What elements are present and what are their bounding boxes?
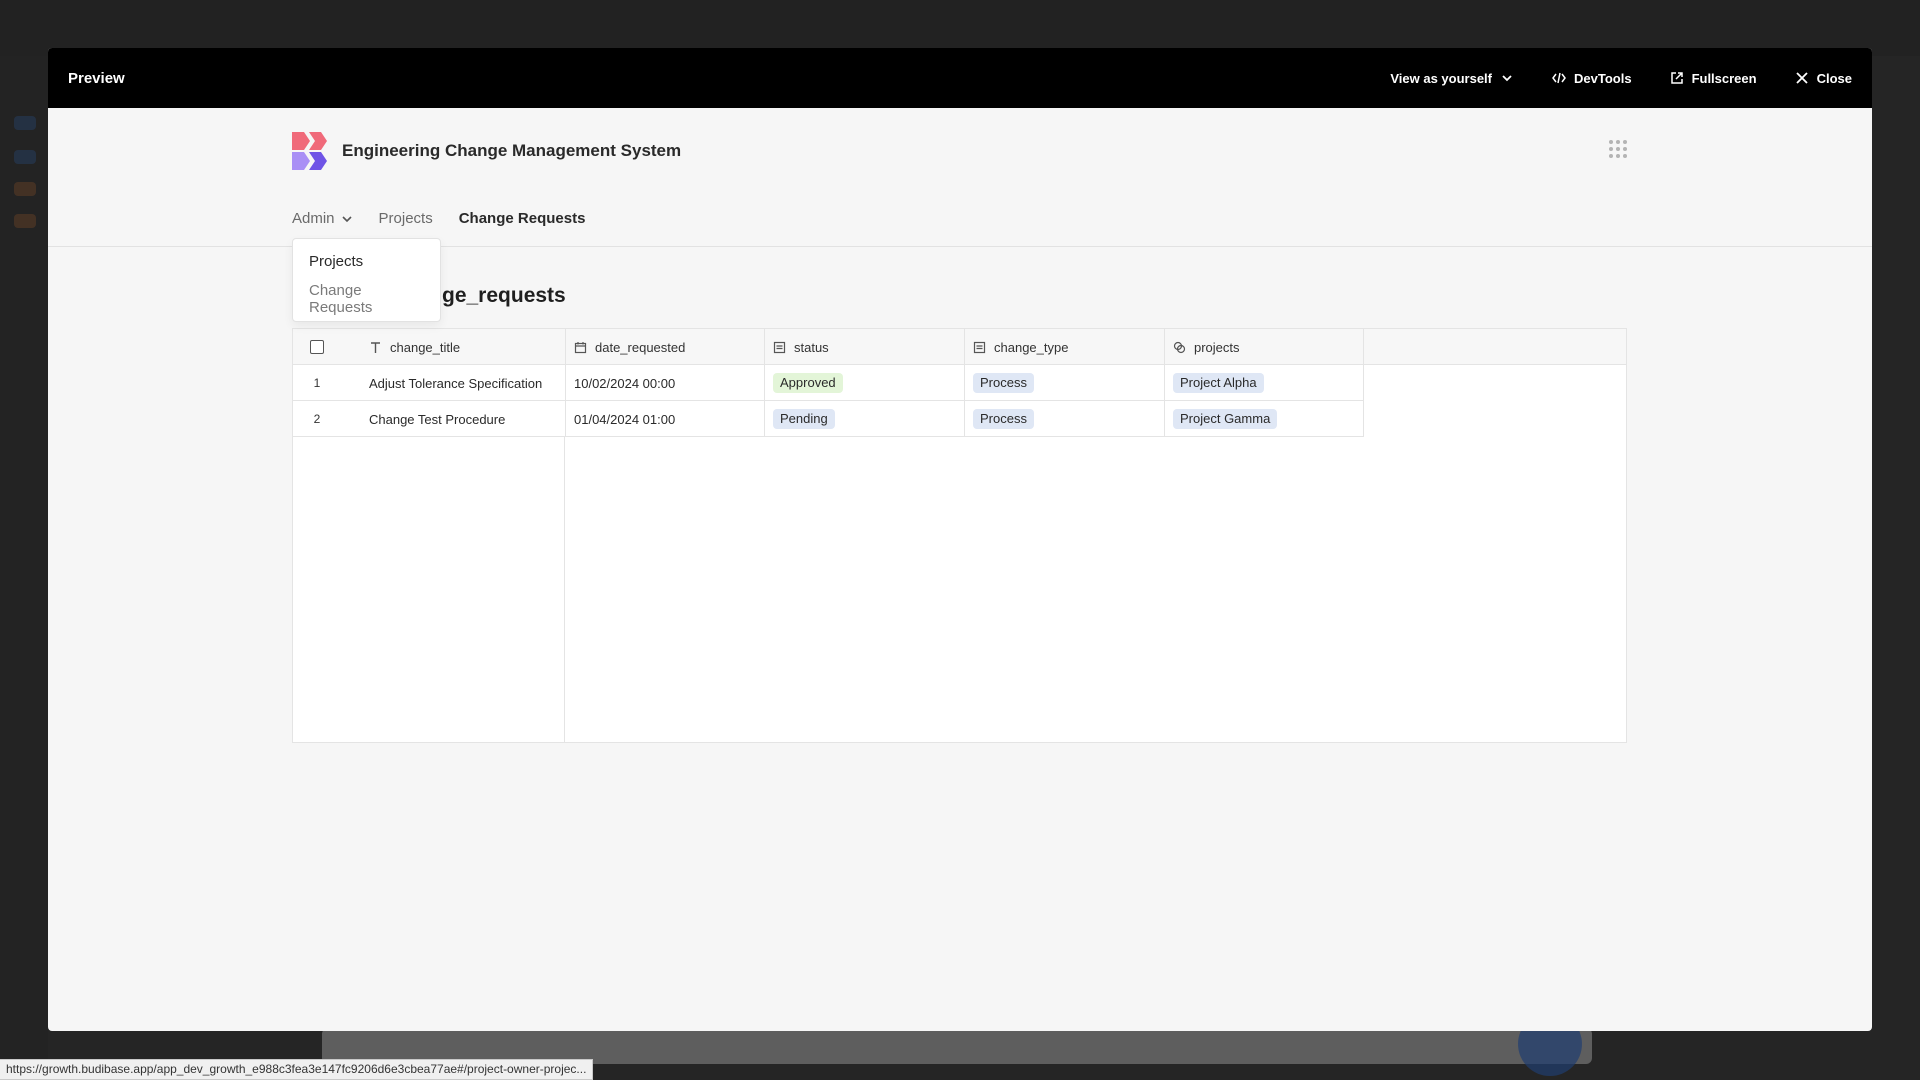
cell-projects[interactable]: Project Alpha (1165, 365, 1364, 401)
column-header-change-title[interactable]: change_title (361, 329, 565, 365)
preview-title: Preview (68, 69, 125, 87)
cell-change-type[interactable]: Process (965, 365, 1165, 401)
preview-modal: Preview View as yourself DevTools Fullsc… (48, 48, 1872, 1031)
close-icon (1795, 72, 1808, 84)
close-label: Close (1816, 70, 1852, 86)
cell-change-title[interactable]: Adjust Tolerance Specification (361, 365, 565, 401)
nav-admin-label: Admin (292, 210, 335, 227)
app-header: Engineering Change Management System Adm… (48, 108, 1872, 247)
project-badge: Project Gamma (1173, 409, 1278, 429)
column-header-projects[interactable]: projects (1165, 329, 1364, 365)
column-label: change_type (994, 339, 1069, 355)
select-all-checkbox[interactable] (310, 340, 324, 354)
fullscreen-label: Fullscreen (1691, 70, 1757, 86)
column-label: date_requested (595, 339, 686, 355)
table-row[interactable]: 2 Change Test Procedure 01/04/2024 01:00… (293, 401, 1364, 437)
cell-change-type[interactable]: Process (965, 401, 1165, 437)
cell-change-title[interactable]: Change Test Procedure (361, 401, 565, 437)
data-table: change_title date_requested status chang… (292, 328, 1627, 743)
change-type-badge: Process (973, 373, 1034, 393)
cell-status[interactable]: Pending (765, 401, 965, 437)
app-grid-icon[interactable] (1609, 140, 1627, 158)
app-brand[interactable]: Engineering Change Management System (292, 132, 681, 170)
options-list-icon (773, 341, 786, 353)
status-bar-url: https://growth.budibase.app/app_dev_grow… (0, 1059, 594, 1080)
cell-date-requested[interactable]: 10/02/2024 00:00 (565, 365, 765, 401)
chevron-down-icon (1502, 75, 1512, 82)
status-badge: Pending (773, 409, 835, 429)
dropdown-item-projects[interactable]: Projects (309, 253, 424, 270)
column-label: projects (1194, 339, 1240, 355)
nav-projects[interactable]: Projects (379, 210, 433, 227)
dropdown-item-change-requests[interactable]: Change Requests (309, 282, 424, 316)
nav-admin[interactable]: Admin (292, 210, 353, 227)
column-header-date-requested[interactable]: date_requested (565, 329, 765, 365)
column-header-change-type[interactable]: change_type (965, 329, 1165, 365)
cell-projects[interactable]: Project Gamma (1165, 401, 1364, 437)
app-nav: Admin Projects Change Requests (292, 210, 585, 227)
cell-status[interactable]: Approved (765, 365, 965, 401)
options-list-icon (973, 341, 986, 353)
table-header: change_title date_requested status chang… (293, 329, 1626, 365)
project-badge: Project Alpha (1173, 373, 1264, 393)
row-number: 1 (313, 376, 321, 390)
calendar-icon (574, 341, 587, 353)
fullscreen-button[interactable]: Fullscreen (1670, 71, 1757, 86)
chevron-down-icon (341, 215, 352, 222)
column-header-status[interactable]: status (765, 329, 965, 365)
close-button[interactable]: Close (1795, 71, 1852, 86)
text-type-icon (371, 341, 380, 353)
nav-change-requests[interactable]: Change Requests (459, 210, 586, 227)
devtools-label: DevTools (1574, 70, 1632, 86)
preview-toolbar: Preview View as yourself DevTools Fullsc… (48, 48, 1872, 108)
cell-date-requested[interactable]: 01/04/2024 01:00 (565, 401, 765, 437)
column-label: change_title (390, 339, 461, 355)
admin-dropdown-menu: Projects Change Requests (292, 238, 441, 322)
change-type-badge: Process (973, 409, 1034, 429)
devtools-button[interactable]: DevTools (1552, 71, 1632, 86)
code-icon (1552, 72, 1566, 84)
column-divider (564, 437, 565, 742)
view-as-dropdown[interactable]: View as yourself (1390, 71, 1514, 86)
app-name: Engineering Change Management System (342, 141, 682, 160)
page-title: ge_requests (442, 284, 566, 307)
status-badge: Approved (773, 373, 843, 393)
external-link-icon (1670, 72, 1683, 84)
relationship-icon (1173, 341, 1186, 353)
view-as-label: View as yourself (1390, 70, 1492, 86)
budibase-logo-icon (292, 132, 327, 170)
column-label: status (794, 339, 829, 355)
row-number: 2 (313, 412, 321, 426)
table-row[interactable]: 1 Adjust Tolerance Specification 10/02/2… (293, 365, 1364, 401)
